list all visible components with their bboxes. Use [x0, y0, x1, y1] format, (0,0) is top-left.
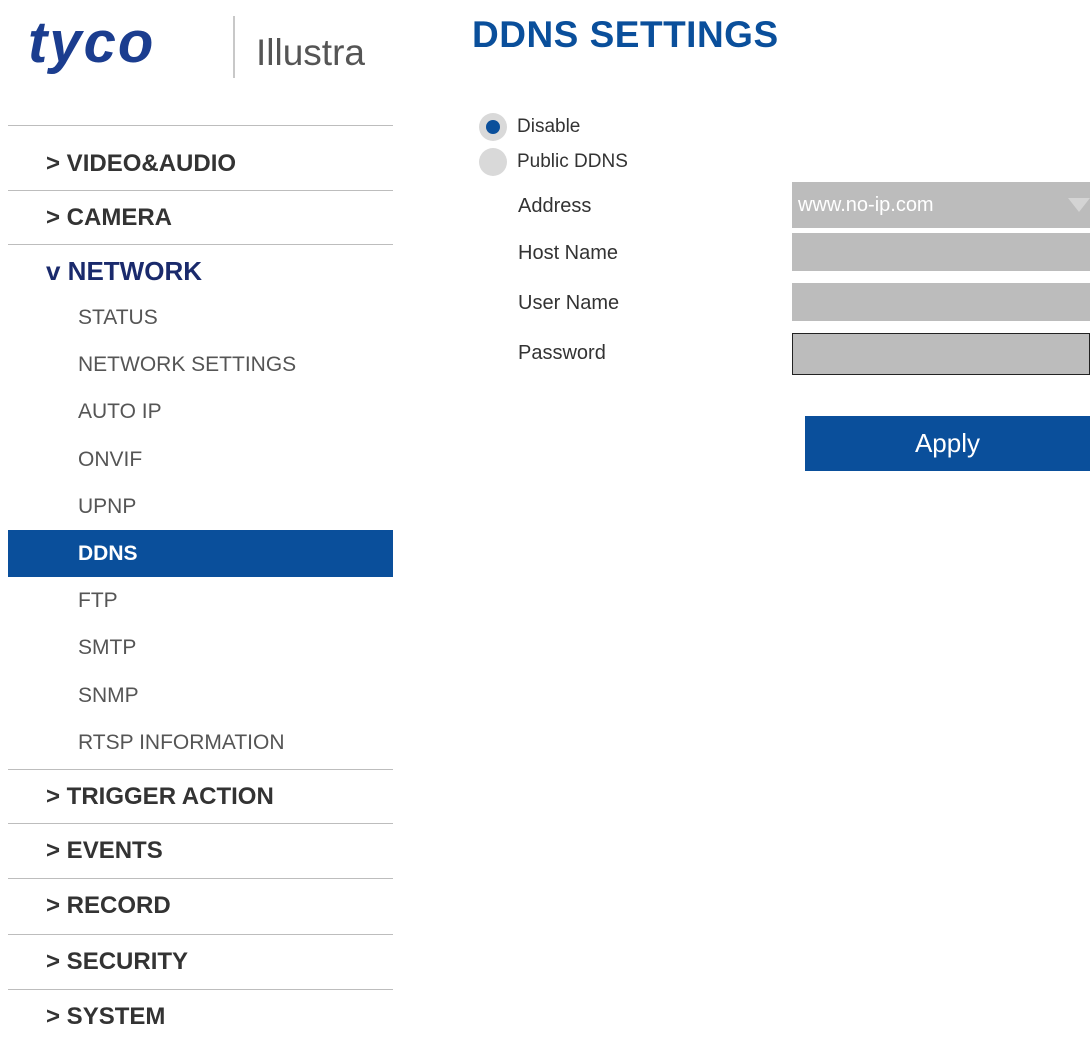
public-ddns-radio-label: Public DDNS: [517, 151, 628, 172]
nav-section-network[interactable]: v NETWORK: [8, 244, 393, 294]
nav-section-camera[interactable]: > CAMERA: [8, 190, 393, 244]
user-name-input[interactable]: [792, 283, 1090, 321]
host-name-input[interactable]: [792, 233, 1090, 271]
password-input[interactable]: [792, 333, 1090, 375]
logo-divider: [233, 16, 235, 78]
nav-section-events[interactable]: > EVENTS: [8, 822, 393, 878]
sidebar-nav: > VIDEO&AUDIO > CAMERA v NETWORK STATUS …: [8, 125, 393, 1039]
page-title: DDNS SETTINGS: [472, 14, 779, 55]
nav-item-status[interactable]: STATUS: [8, 294, 393, 341]
host-name-label: Host Name: [518, 242, 619, 264]
page: tyco Illustra > VIDEO&AUDIO > CAMERA v N…: [0, 0, 1090, 1048]
disable-radio[interactable]: [479, 113, 507, 141]
nav-item-snmp[interactable]: SNMP: [8, 672, 393, 719]
password-label: Password: [518, 342, 606, 364]
logo: tyco Illustra: [28, 8, 388, 83]
user-name-label: User Name: [518, 292, 620, 314]
logo-brand: tyco: [28, 10, 156, 75]
address-select-value: www.no-ip.com: [798, 194, 934, 216]
chevron-down-icon: [1068, 198, 1090, 212]
radio-option-disable[interactable]: Disable: [479, 112, 580, 142]
address-select[interactable]: www.no-ip.com: [792, 182, 1090, 228]
nav-item-network-settings[interactable]: NETWORK SETTINGS: [8, 341, 393, 388]
disable-radio-label: Disable: [517, 116, 581, 137]
radio-option-public-ddns[interactable]: Public DDNS: [479, 147, 628, 177]
address-label: Address: [518, 195, 592, 217]
nav-item-onvif[interactable]: ONVIF: [8, 436, 393, 483]
nav-section-record[interactable]: > RECORD: [8, 877, 393, 934]
nav-section-system[interactable]: > SYSTEM: [8, 988, 393, 1039]
nav-section-trigger-action[interactable]: > TRIGGER ACTION: [8, 768, 393, 823]
nav-section-video-audio[interactable]: > VIDEO&AUDIO: [8, 125, 393, 190]
nav-item-auto-ip[interactable]: AUTO IP: [8, 388, 393, 435]
nav-item-rtsp-information[interactable]: RTSP INFORMATION: [8, 719, 393, 766]
nav-item-ddns[interactable]: DDNS: [8, 529, 393, 578]
nav-item-smtp[interactable]: SMTP: [8, 624, 393, 671]
apply-button[interactable]: Apply: [805, 416, 1090, 471]
nav-section-security[interactable]: > SECURITY: [8, 933, 393, 989]
nav-item-upnp[interactable]: UPNP: [8, 483, 393, 530]
logo-product: Illustra: [256, 32, 365, 73]
public-ddns-radio[interactable]: [479, 148, 507, 176]
nav-item-ftp[interactable]: FTP: [8, 577, 393, 624]
